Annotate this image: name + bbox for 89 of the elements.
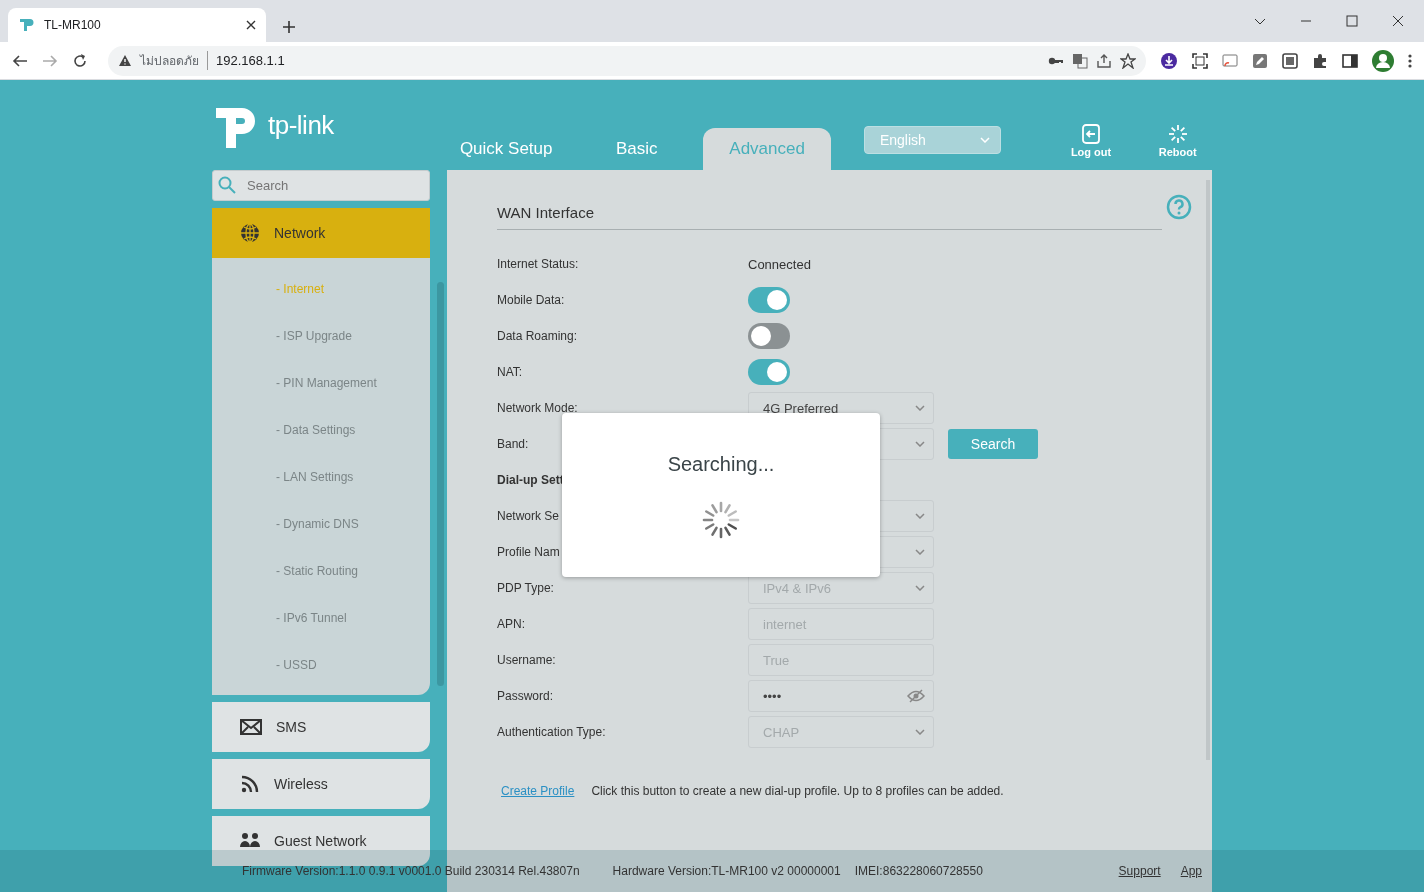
- close-icon[interactable]: [246, 20, 256, 30]
- menu-section[interactable]: SMS: [212, 702, 430, 752]
- key-icon[interactable]: [1048, 55, 1064, 66]
- field-label: NAT:: [497, 365, 524, 379]
- star-icon[interactable]: [1120, 52, 1136, 69]
- warning-icon: [118, 54, 132, 67]
- field-label: Password:: [497, 689, 555, 703]
- field-label: APN:: [497, 617, 526, 631]
- dialog-message: Searching...: [667, 453, 775, 476]
- submenu-item[interactable]: - ISP Upgrade: [276, 329, 430, 346]
- submenu-item[interactable]: - Internet: [276, 282, 430, 299]
- field-label: Username:: [497, 653, 557, 667]
- field-label: Network Se: [497, 509, 561, 523]
- security-label: ไม่ปลอดภัย: [140, 51, 208, 70]
- menu-section[interactable]: Network: [212, 208, 430, 258]
- language-select[interactable]: English: [863, 126, 1001, 154]
- menu-section[interactable]: Wireless: [212, 759, 430, 809]
- address-bar[interactable]: ไม่ปลอดภัย 192.168.1.1: [108, 45, 1146, 76]
- new-tab-icon[interactable]: [282, 20, 296, 34]
- chevron-down-icon: [979, 137, 990, 143]
- field-label: PDP Type:: [497, 581, 555, 595]
- chevron-down-icon: [915, 441, 925, 447]
- search-icon: [218, 176, 236, 194]
- chevron-down-icon: [915, 729, 925, 735]
- download-icon[interactable]: [1160, 51, 1178, 70]
- url-text: 192.168.1.1: [216, 53, 286, 68]
- reboot-icon: [1167, 124, 1188, 144]
- field-value: Connected: [748, 256, 811, 272]
- field-label: Authentication Type:: [497, 725, 607, 739]
- avatar-icon[interactable]: [1372, 49, 1394, 72]
- globe-icon: [240, 223, 260, 243]
- envelope-icon: [240, 717, 262, 737]
- cast-icon[interactable]: [1222, 52, 1238, 69]
- create-profile-link[interactable]: Create Profile: [501, 784, 575, 798]
- chevron-down-icon: [915, 549, 925, 555]
- close-icon[interactable]: [1392, 15, 1404, 27]
- more-icon[interactable]: [1408, 52, 1412, 69]
- field-label: Data Roaming:: [497, 329, 579, 343]
- share-icon[interactable]: [1096, 52, 1112, 69]
- field-label: Internet Status:: [497, 257, 580, 271]
- reload-icon[interactable]: [72, 52, 88, 69]
- eye-slash-icon[interactable]: [907, 689, 925, 703]
- scrollbar[interactable]: [437, 282, 444, 686]
- submenu-item[interactable]: - USSD: [276, 658, 430, 675]
- search-button[interactable]: Search: [948, 429, 1038, 459]
- chevron-down-icon: [915, 513, 925, 519]
- submenu-item[interactable]: - PIN Management: [276, 376, 430, 393]
- menu-section[interactable]: Guest Network: [212, 816, 430, 866]
- capture-icon[interactable]: [1282, 52, 1298, 69]
- toggle-switch[interactable]: [748, 287, 790, 313]
- reboot-button[interactable]: Reboot: [1143, 124, 1212, 158]
- footer-link[interactable]: Support: [1118, 864, 1161, 878]
- submenu-item[interactable]: - LAN Settings: [276, 470, 430, 487]
- spinner-icon: [701, 500, 741, 540]
- edit-icon[interactable]: [1252, 52, 1268, 69]
- toggle-switch[interactable]: [748, 323, 790, 349]
- maximize-icon[interactable]: [1346, 15, 1358, 27]
- nav-tab[interactable]: Basic: [572, 128, 701, 170]
- tp-logo-icon: [18, 17, 34, 33]
- nav-tab[interactable]: Advanced: [703, 128, 831, 170]
- wifi-icon: [240, 774, 260, 794]
- toggle-switch[interactable]: [748, 359, 790, 385]
- nav-tab[interactable]: Quick Setup: [442, 128, 570, 170]
- footer-link[interactable]: App: [1180, 864, 1202, 878]
- hint-text: Click this button to create a new dial-up profile. Up to 8 profiles can be added.: [591, 784, 1004, 798]
- submenu-item[interactable]: - Data Settings: [276, 423, 430, 440]
- browser-tab[interactable]: TL-MR100: [8, 8, 266, 42]
- field-label: Network Mode:: [497, 401, 579, 415]
- screenshot-icon[interactable]: [1192, 52, 1208, 69]
- translate-icon[interactable]: [1072, 52, 1088, 69]
- submenu-item[interactable]: - Static Routing: [276, 564, 430, 581]
- chevron-down-icon: [915, 405, 925, 411]
- submenu-item[interactable]: - IPv6 Tunnel: [276, 611, 430, 628]
- field-label: Band:: [497, 437, 530, 451]
- back-icon[interactable]: [12, 52, 28, 69]
- logo-text: tp-link: [268, 109, 334, 141]
- hardware-version: Hardware Version:TL-MR100 v2 00000001: [612, 864, 841, 878]
- password-field[interactable]: ••••: [748, 680, 934, 712]
- logout-button[interactable]: Log out: [1056, 124, 1126, 158]
- section-title: WAN Interface: [497, 204, 1162, 230]
- logout-icon: [1081, 124, 1102, 144]
- chevron-down-icon: [915, 585, 925, 591]
- sidebar-icon[interactable]: [1342, 52, 1358, 69]
- submenu-item[interactable]: - Dynamic DNS: [276, 517, 430, 534]
- field-label: Mobile Data:: [497, 293, 566, 307]
- imei-text: IMEI:863228060728550: [854, 864, 983, 878]
- field-label: Profile Nam: [497, 545, 561, 559]
- extensions-icon[interactable]: [1312, 52, 1328, 69]
- search-field[interactable]: Search: [212, 170, 430, 201]
